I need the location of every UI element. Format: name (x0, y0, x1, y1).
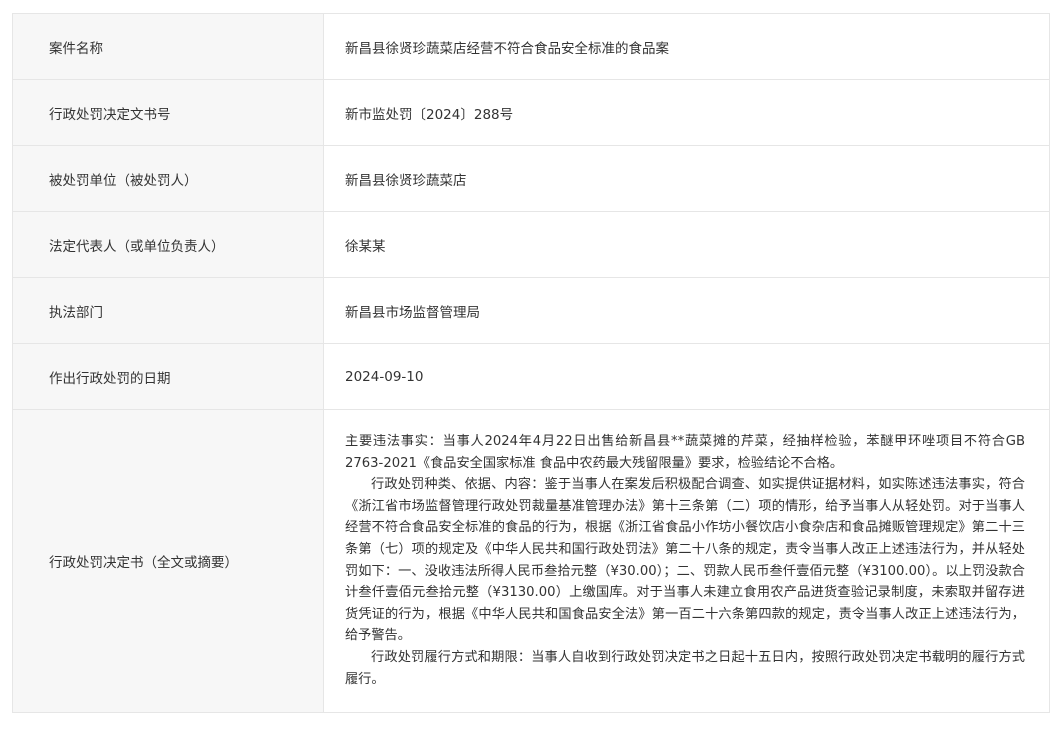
decision-text-value: 主要违法事实：当事人2024年4月22日出售给新昌县**蔬菜摊的芹菜，经抽样检验… (324, 410, 1050, 712)
document-number-label: 行政处罚决定文书号 (13, 80, 324, 145)
row-document-number: 行政处罚决定文书号 新市监处罚〔2024〕288号 (13, 80, 1050, 146)
penalized-party-value: 新昌县徐贤珍蔬菜店 (324, 146, 1050, 211)
decision-text-label: 行政处罚决定书（全文或摘要） (13, 410, 324, 712)
case-name-label: 案件名称 (13, 14, 324, 79)
row-decision-text: 行政处罚决定书（全文或摘要） 主要违法事实：当事人2024年4月22日出售给新昌… (13, 410, 1050, 713)
penalized-party-label: 被处罚单位（被处罚人） (13, 146, 324, 211)
decision-date-label: 作出行政处罚的日期 (13, 344, 324, 409)
violation-facts-paragraph: 主要违法事实：当事人2024年4月22日出售给新昌县**蔬菜摊的芹菜，经抽样检验… (345, 434, 1025, 471)
enforcement-department-value: 新昌县市场监督管理局 (324, 278, 1050, 343)
penalty-info-table: 案件名称 新昌县徐贤珍蔬菜店经营不符合食品安全标准的食品案 行政处罚决定文书号 … (12, 13, 1050, 713)
performance-method-paragraph: 行政处罚履行方式和期限：当事人自收到行政处罚决定书之日起十五日内，按照行政处罚决… (345, 649, 1025, 687)
legal-representative-label: 法定代表人（或单位负责人） (13, 212, 324, 277)
row-enforcement-department: 执法部门 新昌县市场监督管理局 (13, 278, 1050, 344)
row-case-name: 案件名称 新昌县徐贤珍蔬菜店经营不符合食品安全标准的食品案 (13, 14, 1050, 80)
decision-date-value: 2024-09-10 (324, 344, 1050, 409)
row-decision-date: 作出行政处罚的日期 2024-09-10 (13, 344, 1050, 410)
enforcement-department-label: 执法部门 (13, 278, 324, 343)
row-penalized-party: 被处罚单位（被处罚人） 新昌县徐贤珍蔬菜店 (13, 146, 1050, 212)
case-name-value: 新昌县徐贤珍蔬菜店经营不符合食品安全标准的食品案 (324, 14, 1050, 79)
row-legal-representative: 法定代表人（或单位负责人） 徐某某 (13, 212, 1050, 278)
legal-representative-value: 徐某某 (324, 212, 1050, 277)
document-number-value: 新市监处罚〔2024〕288号 (324, 80, 1050, 145)
penalty-basis-paragraph: 行政处罚种类、依据、内容：鉴于当事人在案发后积极配合调查、如实提供证据材料，如实… (345, 477, 1025, 644)
